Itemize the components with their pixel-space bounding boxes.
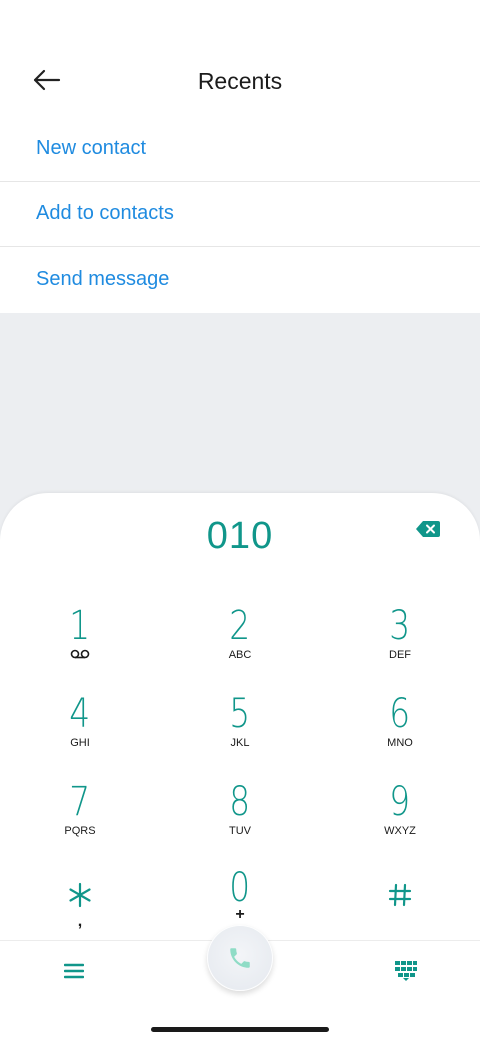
key-6[interactable]: 6 MNO [320, 694, 480, 776]
key-digit: 1 [69, 603, 91, 649]
voicemail-icon [70, 649, 90, 659]
key-digit: 7 [69, 779, 91, 825]
call-button[interactable] [207, 925, 273, 991]
top-panel: Recents New contact Add to contacts Send… [0, 0, 480, 313]
key-digit: 8 [229, 779, 251, 825]
menu-icon [64, 963, 84, 979]
key-2[interactable]: 2 ABC [160, 606, 320, 688]
key-5[interactable]: 5 JKL [160, 694, 320, 776]
key-7[interactable]: 7 PQRS [0, 782, 160, 864]
key-letters: TUV [229, 825, 251, 837]
back-button[interactable] [22, 60, 72, 100]
key-letters: DEF [389, 649, 411, 661]
backspace-icon [416, 521, 440, 537]
key-digit: 4 [69, 691, 91, 737]
asterisk-icon [67, 875, 93, 915]
key-1[interactable]: 1 [0, 606, 160, 688]
key-digit: 9 [389, 779, 411, 825]
add-to-contacts-button[interactable]: Add to contacts [0, 182, 480, 247]
key-digit: 0 [229, 865, 251, 911]
header: Recents [0, 50, 480, 112]
key-letters: , [77, 913, 83, 930]
backspace-button[interactable] [410, 513, 446, 545]
dialpad-icon [395, 961, 417, 981]
key-9[interactable]: 9 WXYZ [320, 782, 480, 864]
dialed-number: 010 [206, 515, 274, 557]
actions-list: New contact Add to contacts Send message [0, 116, 480, 313]
key-digit: 2 [229, 603, 251, 649]
key-4[interactable]: 4 GHI [0, 694, 160, 776]
key-letters: GHI [70, 737, 90, 749]
key-digit: 3 [389, 603, 411, 649]
key-3[interactable]: 3 DEF [320, 606, 480, 688]
key-letters: MNO [387, 737, 413, 749]
phone-icon [230, 948, 250, 968]
key-letters: JKL [230, 737, 250, 749]
arrow-left-icon [33, 69, 61, 91]
key-letters: ABC [228, 649, 252, 661]
key-letters: PQRS [64, 825, 96, 837]
menu-button[interactable] [52, 953, 96, 989]
key-8[interactable]: 8 TUV [160, 782, 320, 864]
send-message-button[interactable]: Send message [0, 247, 480, 313]
page-title: Recents [197, 68, 283, 94]
hash-icon [388, 875, 412, 915]
new-contact-button[interactable]: New contact [0, 116, 480, 182]
key-digit: 5 [229, 691, 251, 737]
key-digit: 6 [389, 691, 411, 737]
home-indicator[interactable] [151, 1027, 329, 1032]
dialpad-toggle-button[interactable] [384, 953, 428, 989]
key-letters: WXYZ [384, 825, 416, 837]
